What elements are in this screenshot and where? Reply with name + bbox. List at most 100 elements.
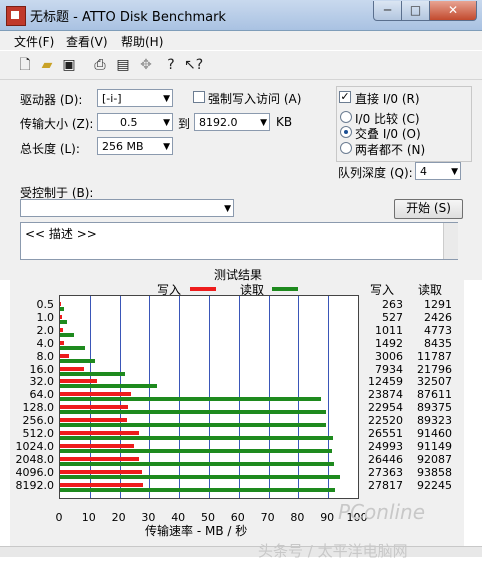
write-bar: [60, 340, 65, 345]
minimize-button[interactable]: ─: [373, 1, 402, 21]
write-value: 12459: [368, 375, 403, 389]
help-icon[interactable]: ?: [162, 56, 180, 74]
write-value: 23874: [368, 388, 403, 402]
move-icon[interactable]: ✥: [137, 56, 155, 74]
column-read-header: 读取: [418, 283, 443, 297]
write-value: 27363: [368, 465, 403, 479]
read-value: 8435: [424, 336, 452, 350]
open-folder-icon[interactable]: ▰: [38, 56, 56, 74]
y-tick-label: 1024.0: [15, 439, 55, 453]
window-title: 无标题 - ATTO Disk Benchmark: [30, 10, 226, 25]
app-icon: [6, 6, 26, 26]
new-file-icon[interactable]: 🗋: [16, 56, 34, 74]
transfer-from-select[interactable]: 0.5 ▼: [97, 113, 173, 131]
x-tick-label: 20: [111, 511, 126, 524]
gridline: [328, 296, 330, 498]
write-value: 26551: [368, 427, 403, 440]
read-bar: [60, 410, 327, 415]
transfer-size-label: 传输大小 (Z):: [20, 117, 94, 131]
print-icon[interactable]: ⎙: [91, 56, 109, 74]
read-value: 93858: [417, 465, 452, 479]
total-length-select[interactable]: 256 MB ▼: [97, 137, 173, 155]
read-value: 2426: [424, 310, 452, 324]
write-bar: [60, 482, 143, 487]
description-textarea[interactable]: << 描述 >>: [20, 222, 458, 260]
y-tick-label: 2.0: [36, 323, 55, 337]
write-bar: [60, 418, 128, 423]
overlap-io-label: 交叠 I/0 (O): [355, 127, 421, 141]
queue-depth-value: 4: [420, 165, 427, 178]
read-value: 11787: [417, 349, 452, 363]
controlled-by-select[interactable]: ▼: [20, 199, 234, 217]
write-bar: [60, 314, 62, 319]
write-bar: [60, 327, 63, 332]
y-tick-label: 512.0: [22, 427, 55, 440]
write-value: 1011: [375, 323, 403, 337]
read-bar: [60, 448, 332, 453]
menu-view[interactable]: 查看(V): [66, 33, 108, 50]
y-tick-label: 256.0: [22, 414, 55, 428]
force-write-label: 强制写入访问 (A): [208, 92, 302, 106]
save-icon[interactable]: ▣: [60, 56, 78, 74]
write-value: 527: [382, 310, 403, 324]
y-tick-label: 128.0: [22, 401, 55, 415]
transfer-to-value: 8192.0: [199, 116, 238, 129]
write-value: 26446: [368, 452, 403, 466]
queue-depth-select[interactable]: 4 ▼: [415, 162, 461, 180]
maximize-button[interactable]: □: [401, 1, 430, 21]
status-bar: [0, 546, 482, 557]
neither-radio[interactable]: [340, 142, 352, 154]
write-value: 7934: [375, 362, 403, 376]
read-bar: [60, 384, 157, 389]
y-tick-label: 16.0: [29, 362, 55, 376]
write-bar: [60, 431, 140, 435]
y-tick-label: 1.0: [36, 310, 55, 324]
write-value: 3006: [375, 349, 403, 363]
read-bar: [60, 423, 327, 428]
description-scrollbar[interactable]: [443, 223, 458, 259]
force-write-checkbox[interactable]: [193, 91, 205, 103]
read-bar: [60, 345, 86, 350]
y-tick-label: 64.0: [29, 388, 55, 402]
write-value: 22520: [368, 414, 403, 428]
read-value: 1291: [424, 298, 452, 311]
chevron-down-icon: ▼: [451, 167, 458, 177]
write-bar: [60, 456, 139, 461]
drive-value: [-i-]: [102, 92, 122, 105]
write-bar: [60, 469, 142, 474]
transfer-from-value: 0.5: [120, 116, 138, 129]
y-tick-label: 0.5: [36, 298, 55, 311]
queue-depth-label: 队列深度 (Q):: [338, 166, 413, 180]
read-value: 89323: [417, 414, 452, 428]
chevron-down-icon: ▼: [163, 142, 170, 152]
read-bar: [60, 474, 340, 479]
read-bar: [60, 371, 125, 376]
print-preview-icon[interactable]: ▤: [114, 56, 132, 74]
read-value: 21796: [417, 362, 452, 376]
chevron-down-icon: ▼: [260, 118, 267, 128]
read-value: 91460: [417, 427, 452, 440]
read-bar: [60, 319, 68, 324]
neither-label: 两者都不 (N): [355, 143, 426, 157]
menu-help[interactable]: 帮助(H): [121, 33, 163, 50]
x-axis-title: 传输速率 - MB / 秒: [145, 524, 248, 538]
legend-read-swatch: [272, 287, 298, 291]
y-tick-label: 4.0: [36, 336, 55, 350]
io-compare-radio[interactable]: [340, 111, 352, 123]
close-button[interactable]: ✕: [429, 1, 477, 21]
read-value: 89375: [417, 401, 452, 415]
read-bar: [60, 358, 96, 363]
overlap-io-radio[interactable]: [340, 126, 352, 138]
read-value: 32507: [417, 375, 452, 389]
menu-file[interactable]: 文件(F): [14, 33, 54, 50]
write-bar: [60, 443, 135, 448]
write-value: 1492: [375, 336, 403, 350]
write-bar: [60, 353, 69, 358]
x-tick-label: 10: [81, 511, 96, 524]
context-help-icon[interactable]: ↖?: [184, 56, 203, 74]
start-button[interactable]: 开始 (S): [394, 199, 463, 219]
read-value: 4773: [424, 323, 452, 337]
drive-select[interactable]: [-i-] ▼: [97, 89, 173, 107]
transfer-to-select[interactable]: 8192.0 ▼: [194, 113, 270, 131]
x-tick-label: 70: [260, 511, 275, 524]
